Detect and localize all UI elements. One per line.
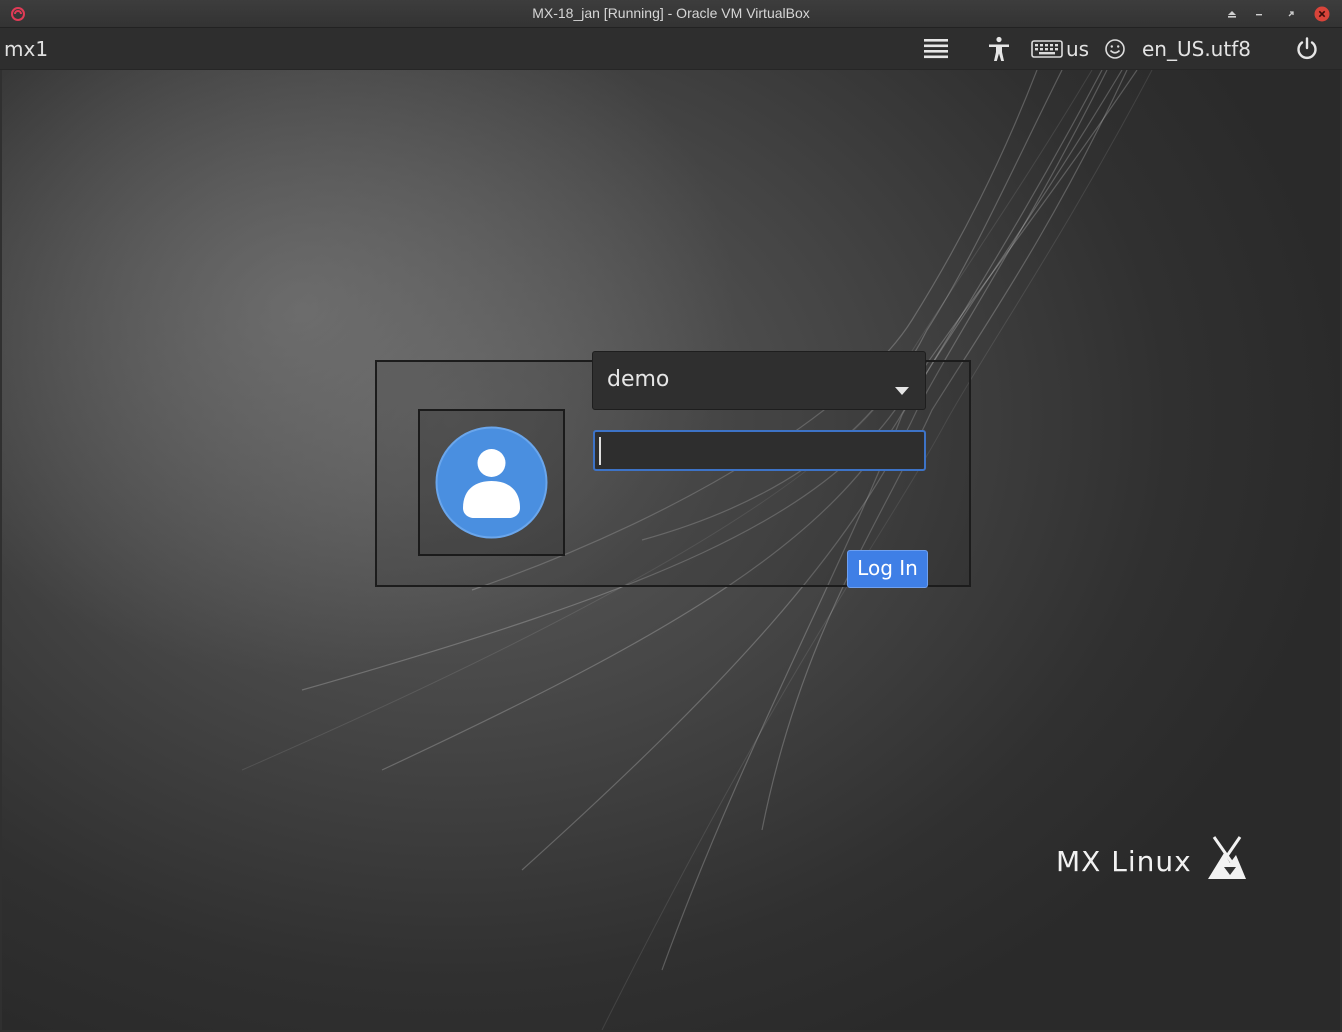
window-titlebar[interactable]: MX-18_jan [Running] - Oracle VM VirtualB…: [0, 0, 1342, 28]
keyboard-layout-label[interactable]: us: [1066, 36, 1089, 62]
user-avatar-icon: [435, 426, 548, 539]
brand-text: MX Linux: [1056, 845, 1192, 878]
power-icon[interactable]: [1294, 36, 1320, 62]
greeter-top-panel: mx1 us en_US.utf8: [0, 28, 1342, 70]
window-title: MX-18_jan [Running] - Oracle VM VirtualB…: [532, 5, 810, 21]
login-button[interactable]: Log In: [847, 550, 928, 588]
user-select-dropdown[interactable]: demo: [592, 351, 926, 410]
selected-user: demo: [607, 367, 670, 392]
minimize-icon[interactable]: [1251, 6, 1267, 22]
locale-label[interactable]: en_US.utf8: [1142, 36, 1251, 62]
eject-icon[interactable]: [1224, 6, 1240, 22]
desktop-background: [2, 70, 1340, 1030]
restore-icon[interactable]: [1283, 6, 1299, 22]
password-input[interactable]: [593, 430, 926, 471]
chevron-down-icon: [895, 376, 909, 401]
close-icon[interactable]: [1314, 6, 1330, 22]
text-cursor: [599, 437, 601, 465]
virtualbox-window: MX-18_jan [Running] - Oracle VM VirtualB…: [0, 0, 1342, 1032]
smiley-icon[interactable]: [1103, 36, 1127, 62]
mx-linux-logo: MX Linux: [1056, 835, 1256, 885]
session-menu-icon[interactable]: [922, 36, 950, 62]
accessibility-icon[interactable]: [985, 36, 1013, 62]
mx-logo-icon: [1206, 835, 1248, 885]
keyboard-icon[interactable]: [1031, 36, 1063, 62]
user-avatar-frame: [418, 409, 565, 556]
hostname-label: mx1: [4, 37, 49, 61]
